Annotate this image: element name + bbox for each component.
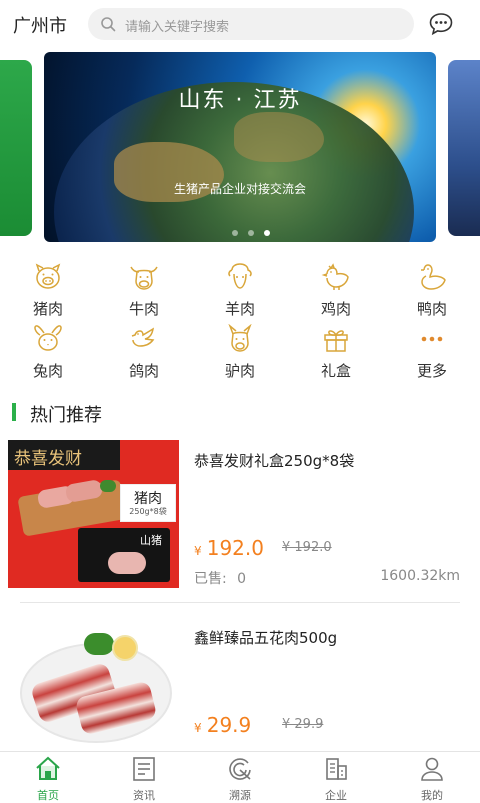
sold-count: 已售: 0 xyxy=(194,568,246,588)
tab-label: 企业 xyxy=(325,789,347,802)
gift-box-logo: 山猪 xyxy=(140,534,162,547)
category-lamb[interactable]: 羊肉 xyxy=(200,262,280,319)
category-duck[interactable]: 鸭肉 xyxy=(392,262,472,319)
carousel-dot-active[interactable] xyxy=(264,230,270,236)
message-icon[interactable] xyxy=(428,11,454,37)
category-more[interactable]: 更多 xyxy=(392,324,472,381)
category-rabbit[interactable]: 兔肉 xyxy=(8,324,88,381)
donkey-icon xyxy=(228,323,252,352)
duck-icon xyxy=(421,264,446,290)
chicken-icon xyxy=(321,263,349,290)
tab-home[interactable]: 首页 xyxy=(0,752,96,802)
category-label: 礼盒 xyxy=(320,362,351,380)
product-name[interactable]: 恭喜发财礼盒250g*8袋 xyxy=(194,450,354,471)
tab-trace[interactable]: 溯源 xyxy=(192,752,288,802)
category-label: 更多 xyxy=(416,362,447,380)
category-chicken[interactable]: 鸡肉 xyxy=(296,262,376,319)
category-label: 鸡肉 xyxy=(320,300,351,318)
carousel-dot[interactable] xyxy=(232,230,238,236)
category-donkey[interactable]: 驴肉 xyxy=(200,323,280,381)
home-icon xyxy=(36,756,60,780)
product-price: ¥ 192.0 xyxy=(194,536,264,560)
carousel-indicator xyxy=(232,221,280,236)
tab-profile[interactable]: 我的 xyxy=(384,752,480,802)
herb-garnish xyxy=(84,633,114,655)
tab-label: 首页 xyxy=(37,789,59,802)
category-pork[interactable]: 猪肉 xyxy=(8,262,88,319)
price-value: 29.9 xyxy=(206,713,252,737)
news-icon xyxy=(133,757,155,781)
product-price: ¥ 29.9 xyxy=(194,713,251,737)
product-label-text: 猪肉 xyxy=(134,491,162,507)
pig-icon xyxy=(35,263,61,289)
tab-news[interactable]: 资讯 xyxy=(96,752,192,802)
category-label: 驴肉 xyxy=(224,362,255,380)
sheep-icon xyxy=(228,263,252,289)
pigeon-icon xyxy=(131,327,155,347)
product-image[interactable]: 恭喜发财 猪肉 250g*8袋 山猪 xyxy=(8,440,179,588)
product-name[interactable]: 鑫鲜臻品五花肉500g xyxy=(194,627,337,648)
bottom-tab-bar: 首页 资讯 溯源 企业 我的 xyxy=(0,751,480,802)
pig-illustration xyxy=(108,552,146,574)
banner-prev-slide[interactable] xyxy=(0,60,32,236)
category-label: 牛肉 xyxy=(128,300,159,318)
banner-subtitle: 生猪产品企业对接交流会 xyxy=(173,182,306,196)
section-accent-bar xyxy=(12,403,16,421)
sold-value: 0 xyxy=(237,571,247,587)
product-card[interactable]: 恭喜发财 猪肉 250g*8袋 山猪 恭喜发财礼盒250g*8袋 ¥ 192.0… xyxy=(0,438,480,602)
cow-icon xyxy=(130,266,158,290)
carousel-dot[interactable] xyxy=(248,230,254,236)
product-card[interactable]: 鑫鲜臻品五花肉500g ¥ 29.9 ¥ 29.9 xyxy=(0,615,480,751)
trace-icon xyxy=(229,758,251,780)
category-gift-box[interactable]: 礼盒 xyxy=(296,324,376,381)
lemon-slice xyxy=(112,635,138,661)
tab-label: 资讯 xyxy=(133,789,155,802)
category-label: 猪肉 xyxy=(32,300,63,318)
sold-label: 已售: xyxy=(194,571,227,587)
price-currency: ¥ xyxy=(194,721,202,735)
distance: 1600.32km xyxy=(380,568,460,584)
search-placeholder: 请输入关键字搜索 xyxy=(125,20,230,35)
product-image[interactable] xyxy=(8,623,179,751)
search-bar[interactable]: 请输入关键字搜索 xyxy=(88,8,414,40)
herb-garnish xyxy=(100,480,116,492)
gift-icon xyxy=(324,330,348,352)
rabbit-icon xyxy=(34,325,62,351)
divider xyxy=(20,602,460,603)
banner-carousel[interactable]: 山东 · 江苏 生猪产品企业对接交流会 xyxy=(0,52,480,242)
category-label: 鸽肉 xyxy=(128,362,159,380)
tab-label: 溯源 xyxy=(229,789,251,802)
category-beef[interactable]: 牛肉 xyxy=(104,262,184,319)
tab-company[interactable]: 企业 xyxy=(288,752,384,802)
more-icon xyxy=(421,336,443,342)
section-title: 热门推荐 xyxy=(30,405,102,426)
tab-label: 我的 xyxy=(421,789,443,802)
product-label-sub: 250g*8袋 xyxy=(129,507,167,516)
globe-land xyxy=(234,112,324,162)
company-icon xyxy=(326,758,347,780)
category-label: 鸭肉 xyxy=(416,300,447,318)
original-price: ¥ 192.0 xyxy=(282,540,332,555)
banner-title: 山东 · 江苏 xyxy=(178,88,302,113)
price-currency: ¥ xyxy=(194,544,202,558)
top-bar: 广州市 请输入关键字搜索 xyxy=(0,0,480,48)
product-image-banner-text: 恭喜发财 xyxy=(14,449,82,469)
banner-next-slide[interactable] xyxy=(448,60,480,236)
banner-slide[interactable]: 山东 · 江苏 生猪产品企业对接交流会 xyxy=(44,52,436,242)
category-label: 兔肉 xyxy=(32,362,63,380)
search-icon xyxy=(101,17,116,32)
price-value: 192.0 xyxy=(206,536,264,560)
original-price: ¥ 29.9 xyxy=(282,717,324,732)
user-icon xyxy=(421,757,443,781)
category-pigeon[interactable]: 鸽肉 xyxy=(104,324,184,381)
city-selector[interactable]: 广州市 xyxy=(13,12,67,38)
category-label: 羊肉 xyxy=(224,300,255,318)
